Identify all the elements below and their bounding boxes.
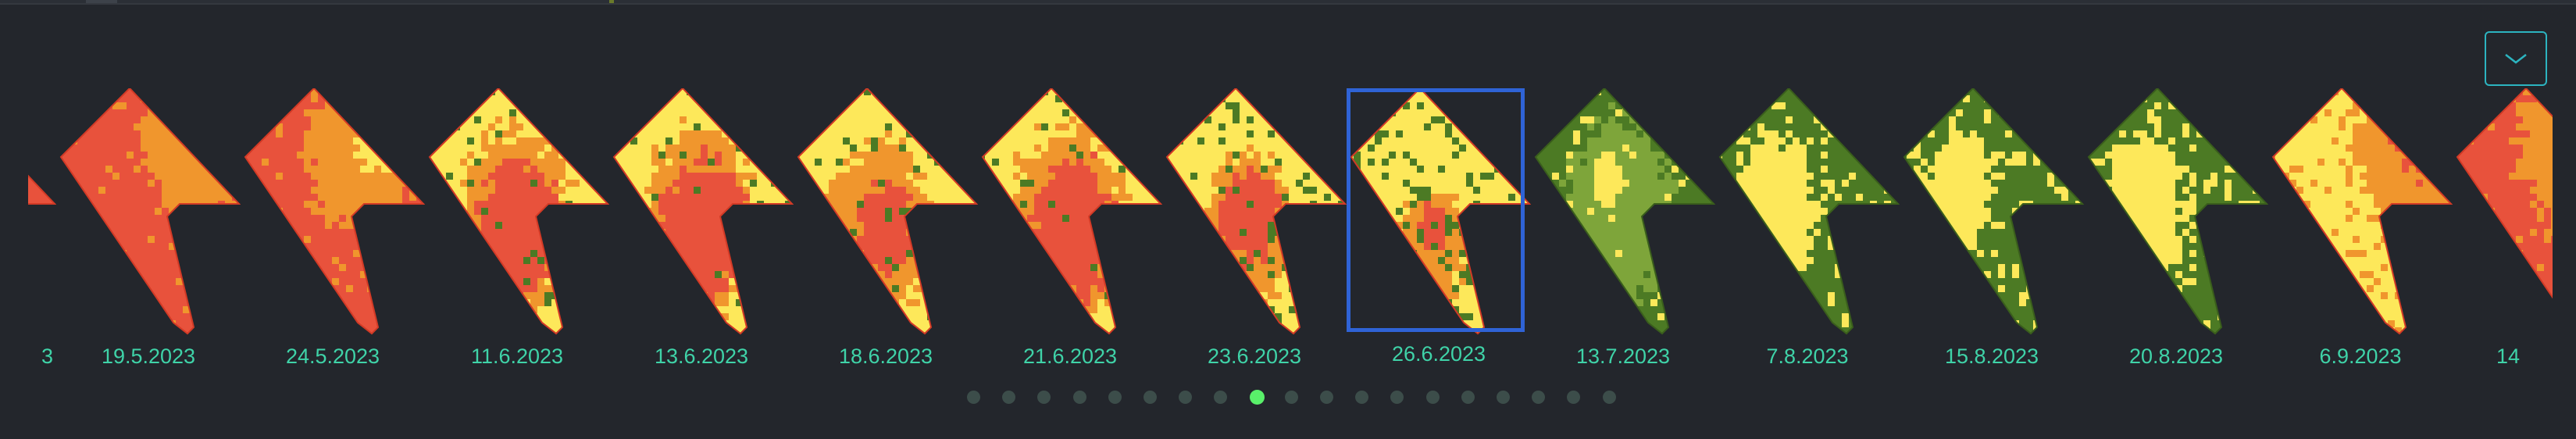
field-ndvi-map	[1350, 88, 1531, 335]
field-ndvi-map	[1534, 88, 1715, 335]
thumbnail-item[interactable]: 14	[2453, 74, 2553, 387]
thumbnail-item[interactable]: 13.7.2023	[1531, 74, 1715, 387]
pagination-dot-active[interactable]	[1249, 390, 1265, 405]
thumbnail-item[interactable]: 20.8.2023	[2084, 74, 2268, 387]
thumbnail-date: 14	[2496, 344, 2521, 368]
thumbnail-date: 20.8.2023	[2128, 344, 2224, 368]
field-ndvi-map	[1165, 88, 1347, 335]
pagination-dot[interactable]	[1390, 391, 1404, 404]
thumbnail-date: 23.6.2023	[1207, 344, 1302, 368]
thumbnail-date: 21.6.2023	[1022, 344, 1118, 368]
pagination-dot[interactable]	[1425, 391, 1440, 404]
pagination-dot[interactable]	[1037, 391, 1051, 404]
pagination-dot[interactable]	[1284, 391, 1298, 404]
thumbnail-item[interactable]: 7.8.2023	[1715, 74, 1900, 387]
thumbnail-date: 24.5.2023	[285, 344, 380, 368]
pagination-dot[interactable]	[1567, 391, 1581, 404]
thumbnail-item[interactable]: 13.6.2023	[609, 74, 794, 387]
pagination-dot[interactable]	[1002, 391, 1016, 404]
pagination-dot[interactable]	[1355, 391, 1369, 404]
field-ndvi-map	[2087, 88, 2268, 335]
pagination-dot[interactable]	[1214, 391, 1228, 404]
thumbnail-date: 15.8.2023	[1944, 344, 2039, 368]
field-ndvi-map	[2271, 88, 2453, 335]
field-ndvi-map	[244, 88, 425, 335]
field-ndvi-map	[1903, 88, 2084, 335]
field-ndvi-map	[1718, 88, 1900, 335]
thumbnail-date: 13.7.2023	[1575, 344, 1671, 368]
toolbar-fragment	[609, 0, 614, 3]
pagination-dot[interactable]	[1179, 391, 1193, 404]
field-ndvi-map	[612, 88, 794, 335]
pagination-dot[interactable]	[1461, 391, 1475, 404]
thumbnail-date: 7.8.2023	[1766, 344, 1849, 368]
pagination-dot[interactable]	[1602, 391, 1616, 404]
thumbnail-item[interactable]: 18.6.2023	[794, 74, 978, 387]
thumbnail-item[interactable]: 23.6.2023	[1162, 74, 1347, 387]
pagination-dot[interactable]	[1497, 391, 1510, 404]
thumbnail-date: 26.6.2023	[1391, 342, 1486, 366]
pagination-dot[interactable]	[1532, 391, 1546, 404]
field-ndvi-map	[28, 88, 56, 334]
top-toolbar-edge	[0, 0, 2576, 5]
thumbnail-item[interactable]: 6.9.2023	[2268, 74, 2453, 387]
pagination-dot[interactable]	[1108, 391, 1122, 404]
field-ndvi-map	[797, 88, 978, 335]
thumbnail-selected[interactable]: 26.6.2023	[1347, 74, 1531, 387]
thumbnail-date: 6.9.2023	[2319, 344, 2402, 368]
thumbnail-date: 11.6.2023	[470, 344, 564, 368]
pagination-dot[interactable]	[1072, 391, 1086, 404]
thumbnail-date: 13.6.2023	[654, 344, 749, 368]
thumbnail-item[interactable]: 24.5.2023	[241, 74, 425, 387]
pagination-dot[interactable]	[1320, 391, 1333, 404]
field-ndvi-map	[2456, 88, 2553, 334]
field-ndvi-map	[428, 88, 609, 335]
ndvi-thumbnail-strip: 3 19.5.2023 24.5.2023 11.6.2023 13.6.2023 18.…	[28, 74, 2553, 387]
thumbnail-date: 3	[41, 344, 53, 368]
collapse-button[interactable]	[2485, 31, 2547, 86]
pagination-dots	[0, 387, 2576, 406]
field-ndvi-map	[981, 88, 1162, 335]
thumbnail-date: 18.6.2023	[838, 344, 933, 368]
thumbnail-item[interactable]: 15.8.2023	[1900, 74, 2084, 387]
thumbnail-item[interactable]: 19.5.2023	[56, 74, 241, 387]
pagination-dot[interactable]	[967, 391, 980, 404]
thumbnail-item[interactable]: 21.6.2023	[978, 74, 1162, 387]
field-ndvi-map	[59, 88, 241, 335]
thumbnail-date: 19.5.2023	[101, 344, 196, 368]
toolbar-fragment	[86, 0, 117, 3]
thumbnail-item[interactable]: 11.6.2023	[425, 74, 609, 387]
thumbnail-item[interactable]: 3	[28, 74, 56, 387]
chevron-down-icon	[2505, 54, 2527, 64]
pagination-dot[interactable]	[1144, 391, 1157, 404]
